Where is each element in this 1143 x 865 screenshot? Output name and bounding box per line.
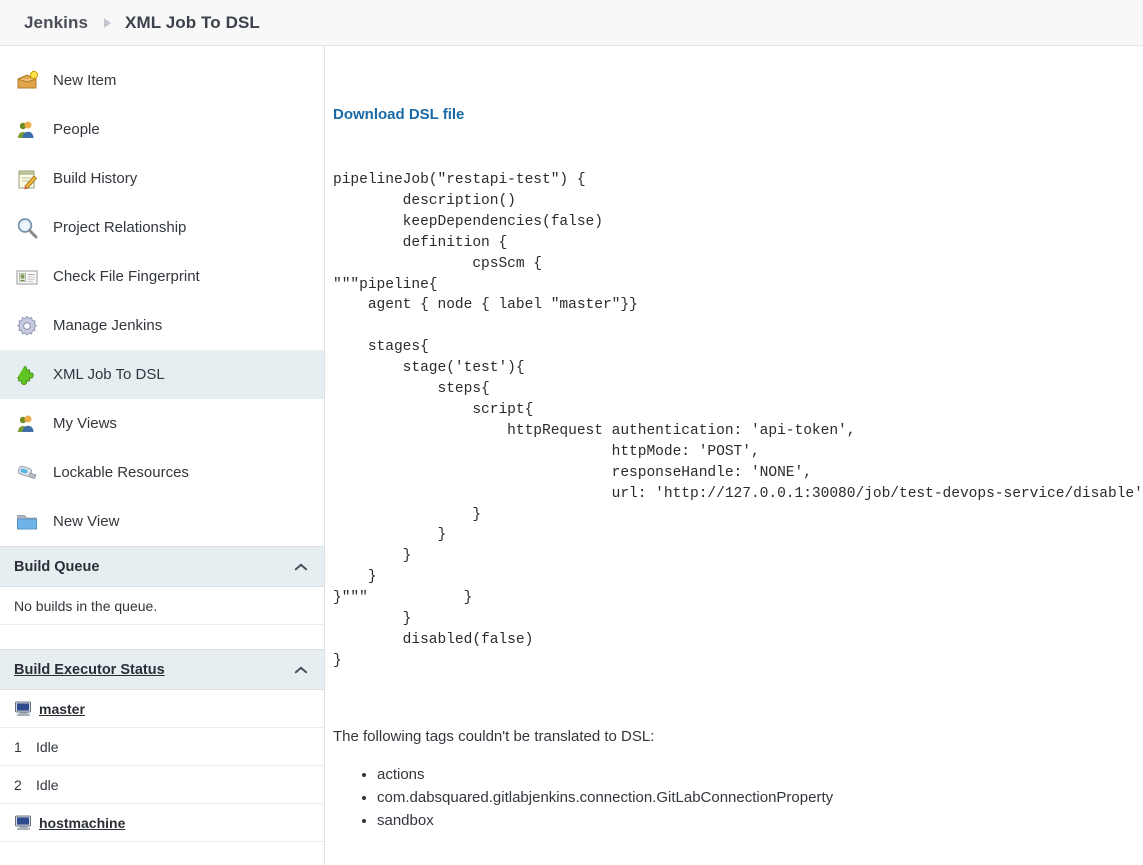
sidebar-item-label: Build History xyxy=(53,170,137,187)
sidebar-item-build-history[interactable]: Build History xyxy=(0,154,324,203)
breadcrumb-current[interactable]: XML Job To DSL xyxy=(125,13,260,33)
jenkins-page: Jenkins XML Job To DSL New Item xyxy=(0,0,1143,865)
sidebar-item-lockable-resources[interactable]: Lockable Resources xyxy=(0,448,324,497)
sidebar-item-xml-job-to-dsl[interactable]: XML Job To DSL xyxy=(0,350,324,399)
gear-icon xyxy=(14,313,40,339)
sidebar-item-people[interactable]: People xyxy=(0,105,324,154)
folder-icon xyxy=(14,509,40,535)
build-executor-status-title[interactable]: Build Executor Status xyxy=(14,662,165,678)
breadcrumb-jenkins[interactable]: Jenkins xyxy=(24,13,88,33)
executor-node-name[interactable]: hostmachine xyxy=(39,815,125,831)
list-item: com.dabsquared.gitlabjenkins.connection.… xyxy=(377,786,1143,809)
executor-node-row[interactable]: hostmachine xyxy=(0,804,324,842)
sidebar-item-label: Manage Jenkins xyxy=(53,317,162,334)
build-queue-header[interactable]: Build Queue xyxy=(0,546,324,587)
build-executor-status-header[interactable]: Build Executor Status xyxy=(0,649,324,690)
executor-node-name[interactable]: master xyxy=(39,701,85,717)
sidebar-item-new-item[interactable]: New Item xyxy=(0,56,324,105)
executor-node-row[interactable]: master xyxy=(0,690,324,728)
sidebar-item-my-views[interactable]: My Views xyxy=(0,399,324,448)
list-item: sandbox xyxy=(377,809,1143,832)
fingerprint-card-icon xyxy=(14,264,40,290)
sidebar-item-label: New Item xyxy=(53,72,116,89)
sidebar-item-new-view[interactable]: New View xyxy=(0,497,324,546)
sidebar-nav: New Item People xyxy=(0,46,324,546)
sidebar-item-label: Project Relationship xyxy=(53,219,186,236)
top-header: Jenkins XML Job To DSL xyxy=(0,0,1143,46)
chevron-up-icon[interactable] xyxy=(294,562,308,571)
sidebar-item-project-relationship[interactable]: Project Relationship xyxy=(0,203,324,252)
sidebar-item-manage-jenkins[interactable]: Manage Jenkins xyxy=(0,301,324,350)
list-item: actions xyxy=(377,763,1143,786)
untranslated-intro: The following tags couldn't be translate… xyxy=(333,728,1143,745)
new-item-icon xyxy=(14,68,40,94)
main-content: Download DSL file pipelineJob("restapi-t… xyxy=(325,46,1143,865)
sidebar-item-label: Lockable Resources xyxy=(53,464,189,481)
sidebar-item-label: People xyxy=(53,121,100,138)
executor-number: 2 xyxy=(14,777,36,793)
download-dsl-file-link[interactable]: Download DSL file xyxy=(333,106,464,123)
puzzle-piece-icon xyxy=(14,362,40,388)
chevron-right-icon xyxy=(104,18,111,28)
usb-key-icon xyxy=(14,460,40,486)
executor-row: 1 Idle xyxy=(0,728,324,766)
sidebar: New Item People xyxy=(0,46,325,865)
sidebar-item-label: New View xyxy=(53,513,119,530)
people-icon xyxy=(14,117,40,143)
sidebar-item-check-file-fingerprint[interactable]: Check File Fingerprint xyxy=(0,252,324,301)
untranslated-tags-list: actions com.dabsquared.gitlabjenkins.con… xyxy=(333,763,1143,832)
sidebar-item-label: XML Job To DSL xyxy=(53,366,165,383)
build-queue-title: Build Queue xyxy=(14,559,99,575)
executor-row: 2 Idle xyxy=(0,766,324,804)
build-history-icon xyxy=(14,166,40,192)
computer-icon xyxy=(14,815,33,831)
computer-icon xyxy=(14,701,33,717)
dsl-code-block: pipelineJob("restapi-test") { descriptio… xyxy=(333,170,1143,672)
sidebar-item-label: My Views xyxy=(53,415,117,432)
people-icon xyxy=(14,411,40,437)
build-queue-empty-row: No builds in the queue. xyxy=(0,587,324,625)
magnifier-icon xyxy=(14,215,40,241)
executor-state: Idle xyxy=(36,739,59,755)
executor-state: Idle xyxy=(36,777,59,793)
chevron-up-icon[interactable] xyxy=(294,665,308,674)
build-queue-empty-text: No builds in the queue. xyxy=(14,598,157,614)
page-body: New Item People xyxy=(0,46,1143,865)
sidebar-item-label: Check File Fingerprint xyxy=(53,268,200,285)
executor-number: 1 xyxy=(14,739,36,755)
